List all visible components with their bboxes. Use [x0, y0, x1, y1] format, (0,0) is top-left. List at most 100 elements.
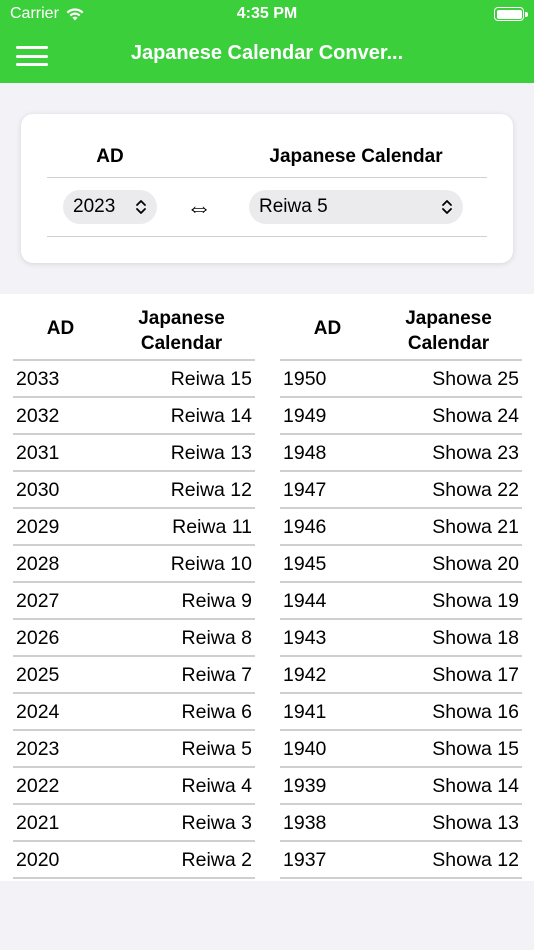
cell-ad-year: 2020: [16, 849, 60, 871]
cell-japanese-year: Reiwa 2: [181, 849, 252, 871]
nav-bar: Japanese Calendar Conver...: [0, 30, 534, 83]
column-header-japanese-calendar: Japanese Calendar: [375, 306, 522, 356]
converter-row: 2023 ⇔ Reiwa 5: [47, 180, 487, 237]
header-line: Calendar: [140, 333, 223, 354]
cell-japanese-year: Showa 12: [432, 849, 519, 871]
cell-japanese-year: Showa 24: [432, 405, 519, 427]
swap-arrow-icon: ⇔: [186, 192, 212, 222]
column-header-ad: AD: [46, 318, 75, 339]
cell-japanese-year: Showa 21: [432, 516, 519, 538]
cell-japanese-year: Reiwa 15: [170, 368, 252, 390]
cell-japanese-year: Showa 17: [432, 664, 519, 686]
table-row: 2023 Reiwa 5: [13, 731, 255, 768]
cell-ad-year: 2028: [16, 553, 60, 575]
cell-ad-year: 2023: [16, 738, 60, 760]
table-row: 2022 Reiwa 4: [13, 768, 255, 805]
table-header: AD Japanese Calendar: [280, 294, 522, 361]
cell-japanese-year: Reiwa 5: [181, 738, 252, 760]
cell-ad-year: 1945: [283, 553, 327, 575]
cell-ad-year: 2024: [16, 701, 60, 723]
cell-japanese-year: Reiwa 14: [170, 405, 252, 427]
cell-ad-year: 2026: [16, 627, 60, 649]
table-row: 2025 Reiwa 7: [13, 657, 255, 694]
cell-ad-year: 2033: [16, 368, 60, 390]
header-line: Japanese: [405, 308, 492, 329]
cell-japanese-year: Reiwa 7: [181, 664, 252, 686]
cell-japanese-year: Reiwa 12: [170, 479, 252, 501]
table-row: 2029 Reiwa 11: [13, 509, 255, 546]
conversion-tables: AD Japanese Calendar 2033 Reiwa 15 2032 Rei…: [0, 294, 534, 881]
table-row: 2024 Reiwa 6: [13, 694, 255, 731]
chevron-up-down-icon: [441, 199, 453, 215]
cell-japanese-year: Showa 16: [432, 701, 519, 723]
table-row: 1943 Showa 18: [280, 620, 522, 657]
era-picker-value: Reiwa 5: [259, 196, 328, 217]
cell-japanese-year: Showa 22: [432, 479, 519, 501]
status-time: 4:35 PM: [236, 5, 298, 22]
table-row: 1948 Showa 23: [280, 435, 522, 472]
converter-card: AD Japanese Calendar 2023 ⇔ Reiwa 5: [21, 114, 513, 263]
cell-ad-year: 2027: [16, 590, 60, 612]
cell-ad-year: 2025: [16, 664, 60, 686]
cell-ad-year: 1937: [283, 849, 327, 871]
cell-ad-year: 1949: [283, 405, 327, 427]
hamburger-menu-icon[interactable]: [16, 44, 48, 68]
cell-ad-year: 2029: [16, 516, 60, 538]
status-bar: Carrier 4:35 PM: [0, 0, 534, 30]
table-row: 1949 Showa 24: [280, 398, 522, 435]
table-row: 1945 Showa 20: [280, 546, 522, 583]
table-row: 1946 Showa 21: [280, 509, 522, 546]
header-line: Japanese: [138, 308, 225, 329]
chevron-up-down-icon: [135, 199, 147, 215]
cell-ad-year: 1941: [283, 701, 327, 723]
cell-japanese-year: Reiwa 3: [181, 812, 252, 834]
cell-japanese-year: Showa 19: [432, 590, 519, 612]
table-row: 2033 Reiwa 15: [13, 361, 255, 398]
column-header-japanese-calendar: Japanese Calendar: [108, 306, 255, 356]
converter-jp-header: Japanese Calendar: [269, 146, 443, 167]
cell-ad-year: 2032: [16, 405, 60, 427]
table-row: 1941 Showa 16: [280, 694, 522, 731]
cell-japanese-year: Showa 15: [432, 738, 519, 760]
cell-japanese-year: Reiwa 10: [170, 553, 252, 575]
cell-ad-year: 1948: [283, 442, 327, 464]
page-title: Japanese Calendar Conver...: [130, 42, 404, 64]
cell-ad-year: 1950: [283, 368, 327, 390]
table-row: 1950 Showa 25: [280, 361, 522, 398]
battery-icon: [494, 7, 528, 21]
cell-japanese-year: Reiwa 8: [181, 627, 252, 649]
table-row: 2028 Reiwa 10: [13, 546, 255, 583]
table-row: 1942 Showa 17: [280, 657, 522, 694]
cell-japanese-year: Showa 25: [432, 368, 519, 390]
year-picker-value: 2023: [73, 196, 116, 217]
cell-ad-year: 2031: [16, 442, 60, 464]
column-header-ad: AD: [313, 318, 342, 339]
cell-ad-year: 2021: [16, 812, 60, 834]
cell-japanese-year: Showa 23: [432, 442, 519, 464]
cell-japanese-year: Showa 14: [432, 775, 519, 797]
showa-table: AD Japanese Calendar 1950 Showa 25 1949 Sho…: [280, 294, 522, 879]
cell-japanese-year: Showa 18: [432, 627, 519, 649]
era-picker[interactable]: Reiwa 5: [249, 190, 463, 224]
table-row: 1944 Showa 19: [280, 583, 522, 620]
table-row: 2031 Reiwa 13: [13, 435, 255, 472]
cell-ad-year: 1946: [283, 516, 327, 538]
cell-japanese-year: Reiwa 6: [181, 701, 252, 723]
table-row: 1940 Showa 15: [280, 731, 522, 768]
table-row: 1947 Showa 22: [280, 472, 522, 509]
cell-japanese-year: Reiwa 11: [172, 516, 252, 538]
table-row: 1938 Showa 13: [280, 805, 522, 842]
year-picker[interactable]: 2023: [63, 190, 157, 224]
cell-japanese-year: Reiwa 4: [181, 775, 252, 797]
table-row: 2026 Reiwa 8: [13, 620, 255, 657]
table-row: 2020 Reiwa 2: [13, 842, 255, 879]
cell-japanese-year: Reiwa 9: [181, 590, 252, 612]
converter-header: AD Japanese Calendar: [47, 146, 487, 178]
cell-ad-year: 1947: [283, 479, 327, 501]
cell-ad-year: 2030: [16, 479, 60, 501]
header-line: Calendar: [407, 333, 490, 354]
cell-japanese-year: Reiwa 13: [170, 442, 252, 464]
cell-ad-year: 1942: [283, 664, 327, 686]
table-row: 2030 Reiwa 12: [13, 472, 255, 509]
table-row: 2027 Reiwa 9: [13, 583, 255, 620]
